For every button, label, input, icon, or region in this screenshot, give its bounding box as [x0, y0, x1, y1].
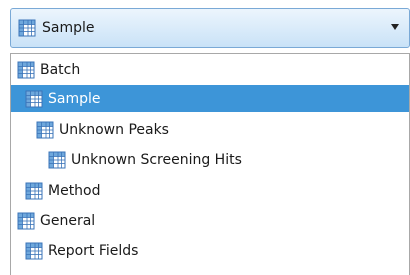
list-item-unknown-screening-hits[interactable]: Unknown Screening Hits	[11, 146, 409, 173]
list-item-sample[interactable]: Sample	[11, 85, 409, 112]
dropdown-list: Batch Sample Unknown Peaks Unknown Scree…	[10, 53, 410, 275]
list-item-label: Unknown Peaks	[59, 121, 169, 138]
list-item-label: Unknown Screening Hits	[71, 151, 242, 168]
chevron-down-icon[interactable]	[391, 24, 399, 30]
table-icon	[17, 61, 35, 79]
combobox-selected-label: Sample	[42, 20, 95, 36]
list-item-general[interactable]: General	[11, 207, 409, 234]
table-icon	[25, 90, 43, 108]
list-item-label: Batch	[40, 61, 81, 78]
list-item-method[interactable]: Method	[11, 177, 409, 204]
list-item-unknown-peaks[interactable]: Unknown Peaks	[11, 116, 409, 143]
table-icon	[25, 242, 43, 260]
list-item-label: Method	[48, 182, 101, 199]
table-icon	[36, 121, 54, 139]
list-item-label: General	[40, 212, 96, 229]
table-icon	[48, 151, 66, 169]
table-selector-combobox[interactable]: Sample	[10, 8, 410, 48]
list-item-label: Report Fields	[48, 242, 139, 259]
table-icon	[18, 19, 36, 37]
table-icon	[25, 182, 43, 200]
list-item-report-fields[interactable]: Report Fields	[11, 237, 409, 264]
table-icon	[17, 212, 35, 230]
list-item-label: Sample	[48, 90, 101, 107]
list-item-batch[interactable]: Batch	[11, 56, 409, 83]
